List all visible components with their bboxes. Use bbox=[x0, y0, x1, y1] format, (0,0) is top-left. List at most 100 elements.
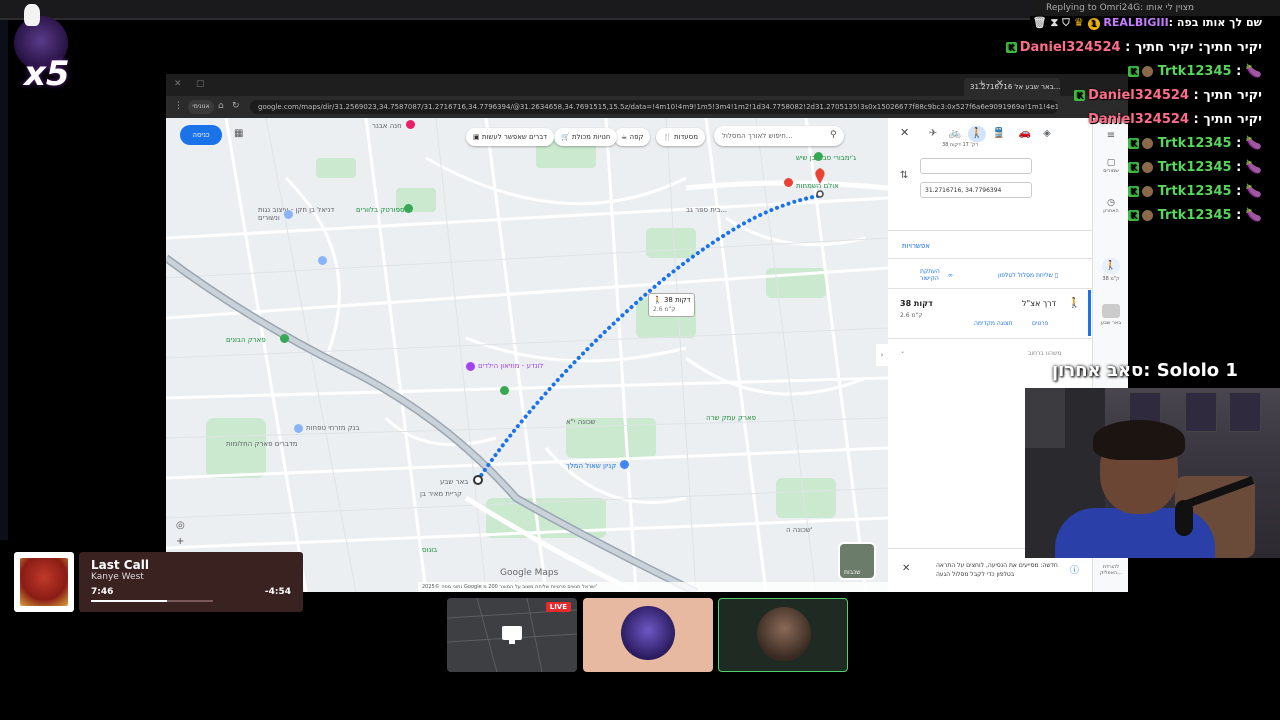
origin-field[interactable] bbox=[920, 158, 1032, 174]
place-label: פארק הבונים bbox=[226, 336, 266, 344]
chip-label: מסעדות bbox=[673, 133, 698, 141]
new-tab-icon[interactable]: + bbox=[978, 79, 986, 89]
reply-header: Replying to Omri24G: מצוין לי אותו bbox=[1030, 0, 1280, 16]
route-title[interactable]: דרך אצ"ל bbox=[1022, 299, 1056, 308]
restore-icon[interactable]: ▢ bbox=[196, 79, 205, 89]
poi-marker[interactable] bbox=[404, 204, 413, 213]
street-view-label[interactable]: משהוו ברחוב bbox=[1028, 350, 1061, 357]
refresh-icon[interactable]: ↻ bbox=[232, 101, 240, 111]
bike-mode-icon[interactable]: 🚲 bbox=[946, 126, 964, 142]
route-time-callout[interactable]: 🚶 38 דקות 2.6 ק"מ bbox=[648, 293, 696, 317]
badge-count: 1 bbox=[1087, 18, 1100, 30]
options-link[interactable]: אפשרויות bbox=[902, 242, 930, 250]
link-icon: ∞ bbox=[948, 272, 953, 279]
details-link[interactable]: פרטים bbox=[1032, 320, 1048, 327]
poi-marker[interactable] bbox=[620, 460, 629, 469]
hamburger-menu-icon[interactable]: ≡ bbox=[1096, 130, 1126, 141]
track-artist: Kanye West bbox=[91, 572, 144, 582]
place-label: ג'ימבורי סבא בן שיש bbox=[796, 154, 856, 162]
divider bbox=[888, 230, 1092, 231]
close-window-icon[interactable]: ✕ bbox=[174, 79, 182, 89]
poi-marker[interactable] bbox=[466, 362, 475, 371]
chip-groceries[interactable]: 🛒 חנויות מכולת bbox=[554, 128, 618, 146]
copy-link-button[interactable]: העתקת הקישור bbox=[920, 268, 960, 282]
kick-badge-icon: K bbox=[1128, 186, 1140, 197]
url-field[interactable]: google.com/maps/dir/31.2569023,34.758708… bbox=[250, 100, 1058, 114]
layers-button[interactable]: שכבות bbox=[838, 542, 876, 580]
send-to-phone-link[interactable]: שליחת מסלול לטלפון ▯ bbox=[998, 272, 1058, 279]
transit-mode-icon[interactable]: 🚆 bbox=[990, 126, 1008, 142]
poi-marker[interactable] bbox=[280, 334, 289, 343]
swap-icon[interactable]: ⇅ bbox=[900, 170, 908, 181]
kick-badge-icon: K bbox=[1128, 162, 1140, 173]
menu-icon[interactable]: ⋮ bbox=[174, 101, 183, 111]
flight-mode-icon[interactable]: ✈ bbox=[924, 126, 942, 142]
poi-marker[interactable] bbox=[406, 120, 415, 129]
car-mode-icon[interactable]: 🚗 bbox=[1016, 126, 1034, 142]
map-streets bbox=[166, 118, 888, 592]
preview-link[interactable]: תצוגה מקדימה bbox=[974, 320, 1012, 327]
chat-username: Trtk12345 bbox=[1157, 208, 1232, 223]
apps-grid-icon[interactable]: ▦ bbox=[234, 128, 243, 139]
info-icon: ⓘ bbox=[1070, 566, 1080, 576]
participant-tile-camera[interactable] bbox=[718, 598, 848, 672]
chat-text: שם לך אותו בפה bbox=[1176, 16, 1262, 29]
walk-mode-icon[interactable]: 🚶 bbox=[968, 126, 986, 142]
rail-beer-sheva[interactable]: באר שבע bbox=[1096, 304, 1126, 326]
close-icon[interactable]: ✕ bbox=[902, 563, 910, 574]
rail-download-app[interactable]: להורדת האפליק... bbox=[1096, 564, 1126, 576]
close-icon[interactable]: ✕ bbox=[900, 126, 909, 139]
collapse-panel-button[interactable]: › bbox=[876, 344, 888, 366]
chip-things-to-do[interactable]: ▣ דברים שאפשר לעשות bbox=[466, 128, 555, 146]
rail-route[interactable]: 🚶 38 ק"מ bbox=[1096, 258, 1126, 282]
left-edge bbox=[0, 20, 8, 540]
chat-username: Daniel324524 bbox=[1019, 40, 1121, 55]
chat-username: Daniel324524 bbox=[1088, 112, 1189, 127]
poi-marker[interactable] bbox=[284, 210, 293, 219]
chevron-down-icon[interactable]: ⌄ bbox=[900, 348, 905, 355]
home-icon[interactable]: ⌂ bbox=[218, 101, 224, 111]
chat-username: Trtk12345 bbox=[1157, 160, 1232, 175]
multiplier-text: x5 bbox=[24, 54, 70, 94]
microphone bbox=[1175, 500, 1193, 536]
search-icon[interactable]: ⚲ bbox=[830, 130, 837, 140]
rail-recent[interactable]: ◷ האחרון bbox=[1096, 198, 1126, 214]
google-maps-logo: Google Maps bbox=[500, 568, 559, 578]
route-search-input[interactable]: חיפוש לאורך המסלול... bbox=[714, 126, 844, 146]
hourglass-icon: ⧗ bbox=[1050, 16, 1059, 29]
wall-poster bbox=[1229, 392, 1261, 432]
destination-field[interactable]: 31.2716716, 34.7796394 bbox=[920, 182, 1032, 198]
my-location-icon[interactable]: ◎ bbox=[176, 520, 185, 531]
chip-coffee[interactable]: ☕ קפה bbox=[614, 128, 651, 146]
kick-badge-icon: K bbox=[1128, 210, 1140, 221]
sign-in-button[interactable]: כניסה bbox=[180, 125, 222, 145]
incognito-chip[interactable]: אנונימי bbox=[188, 100, 214, 114]
shield-icon: ⛉ bbox=[1062, 16, 1070, 29]
map-canvas[interactable]: כניסה ▦ 🍴 מסעדות ☕ קפה 🛒 חנויות מכולת ▣ … bbox=[166, 118, 888, 592]
rail-saved[interactable]: ▢ שמורים bbox=[1096, 158, 1126, 174]
fork-knife-icon: 🍴 bbox=[663, 133, 672, 141]
emote-icon bbox=[1142, 210, 1154, 221]
poi-marker[interactable] bbox=[294, 424, 303, 433]
emote-icon: 🍆 bbox=[1245, 64, 1262, 79]
chat-message: K Trtk12345 : 🍆 bbox=[1128, 184, 1262, 199]
chat-username: Trtk12345 bbox=[1157, 184, 1232, 199]
place-label: קריית מאיר בן bbox=[420, 490, 463, 498]
zoom-in-button[interactable]: + bbox=[176, 536, 184, 547]
poi-marker[interactable] bbox=[784, 178, 793, 187]
place-label: בנק מזרחי טפחות bbox=[306, 424, 360, 432]
participant-tile-screen[interactable]: LIVE bbox=[447, 598, 577, 672]
place-label: שכונה ה' bbox=[786, 526, 813, 534]
participant-tile-avatar[interactable] bbox=[583, 598, 713, 672]
rail-label: האחרון bbox=[1103, 208, 1119, 214]
chip-restaurants[interactable]: 🍴 מסעדות bbox=[656, 128, 705, 146]
tab-close-icon[interactable]: ✕ bbox=[996, 79, 1004, 89]
poi-marker[interactable] bbox=[814, 152, 823, 161]
poi-marker[interactable] bbox=[318, 256, 327, 265]
streamer-hair bbox=[1093, 420, 1185, 460]
poi-marker[interactable] bbox=[500, 386, 509, 395]
place-label: חנה אבנר bbox=[372, 122, 402, 130]
best-mode-icon[interactable]: ◈ bbox=[1038, 126, 1056, 142]
now-playing-widget: Last Call Kanye West 7:46 -4:54 bbox=[14, 552, 303, 612]
emote-icon: 🍆 bbox=[1245, 208, 1262, 223]
